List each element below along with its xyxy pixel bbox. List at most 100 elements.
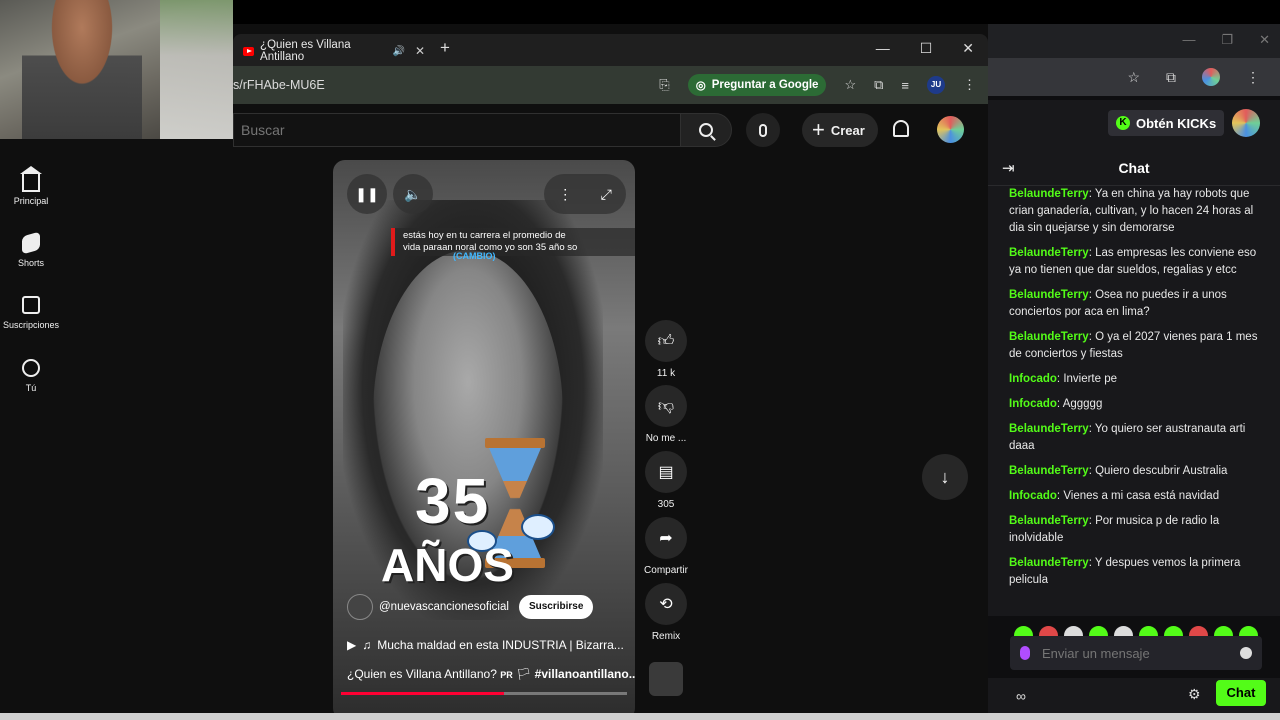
youtube-avatar[interactable] [937,116,964,143]
comments-icon: ▤ [645,451,687,493]
chat-username[interactable]: BelaundeTerry [1009,557,1089,569]
dislike-button[interactable]: 👎︎ No me ... [644,385,688,444]
screen: — ❐ ✕ ☆ ⧉ ⋮ K Obtén KICKs ⇥ Chat Belaund… [0,0,1280,720]
chat-username[interactable]: BelaundeTerry [1009,423,1089,435]
close-icon[interactable]: ✕ [1259,32,1270,48]
bookmark-star-icon[interactable]: ☆ [844,77,856,93]
install-app-icon[interactable]: ⎘ [659,77,669,93]
voice-search-button[interactable] [746,113,780,147]
taskbar-edge [0,713,1280,720]
sidebar-item-suscripciones[interactable]: Suscripciones [0,296,62,330]
tab-title: ¿Quien es Villana Antillano [260,39,351,63]
maximize-icon[interactable]: ☐ [920,40,933,57]
you-icon [22,359,40,377]
chat-username[interactable]: BelaundeTerry [1009,515,1089,527]
music-row[interactable]: ▶ ♫ Mucha maldad en esta INDUSTRIA | Biz… [347,638,624,652]
audio-source-thumbnail[interactable] [649,662,683,696]
kick-browser-window: — ❐ ✕ ☆ ⧉ ⋮ K Obtén KICKs ⇥ Chat Belaund… [988,24,1280,720]
sidebar-item-tu[interactable]: Tú [0,359,62,393]
caption-line: vida paraan noral como yo son 35 año so [403,242,578,253]
sidebar-item-principal[interactable]: Principal [0,166,62,206]
profile-avatar[interactable]: JU [927,76,945,94]
like-button[interactable]: 👍︎ 11 k [644,320,688,379]
pause-button[interactable]: ❚❚ [347,174,387,214]
tab-bar: ¿Quien es Villana Antillano 🔊 ✕ + — ☐ ✕ [233,34,988,66]
volume-button[interactable]: 🔈 [393,174,433,214]
remix-button[interactable]: ⟲ Remix [644,583,688,642]
share-arrow-icon: ➦ [645,517,687,559]
chat-username[interactable]: BelaundeTerry [1009,465,1089,477]
profile-avatar[interactable] [1202,68,1220,86]
new-tab-icon[interactable]: + [440,38,450,58]
sidebar-item-shorts[interactable]: Shorts [0,231,62,268]
kick-user-avatar[interactable] [1232,109,1260,137]
tab-youtube-short[interactable]: ¿Quien es Villana Antillano 🔊 ✕ [233,36,425,66]
comments-button[interactable]: ▤ 305 [644,451,688,510]
channel-avatar[interactable] [347,594,373,620]
overlay-word: AÑOS [381,539,514,591]
menu-dots-icon[interactable]: ⋮ [963,77,976,93]
video-title-text: ¿Quien es Villana Antillano? [347,667,497,681]
create-button[interactable]: + Crear [802,113,878,147]
remix-label: Remix [651,631,681,642]
kick-logo-icon: K [1116,116,1130,130]
chat-message: BelaundeTerry: Por musica p de radio la … [1009,515,1220,544]
dislike-label: No me ... [645,433,687,444]
search-button[interactable] [680,113,732,147]
extensions-icon[interactable]: ⧉ [874,77,883,93]
chat-username[interactable]: Infocado [1009,398,1057,410]
chat-settings-gear-icon[interactable]: ⚙ [1188,686,1201,703]
subscribe-button[interactable]: Suscribirse [518,595,594,619]
fullscreen-icon[interactable]: ⤢ [601,186,612,203]
voice-mic-icon[interactable] [1020,646,1030,660]
kick-points-icon[interactable]: ∞ [1016,688,1026,704]
media-control-icon[interactable]: ≡ [901,78,909,93]
shorts-icon [22,231,40,255]
shorts-video-player[interactable]: ❚❚ 🔈 ⋮ ⤢ estás hoy en tu carrera el prom… [333,160,635,720]
chat-message-text: Aggggg [1062,398,1103,410]
video-title[interactable]: ¿Quien es Villana Antillano? PR 🏳 #villa… [347,667,635,681]
chat-message-input[interactable] [1042,645,1228,661]
bookmark-star-icon[interactable]: ☆ [1127,69,1140,86]
chat-username[interactable]: BelaundeTerry [1009,247,1089,259]
notifications-bell-icon[interactable] [893,120,909,137]
chat-username[interactable]: BelaundeTerry [1009,331,1089,343]
chat-username[interactable]: BelaundeTerry [1009,289,1089,301]
channel-name[interactable]: @nuevascancionesoficial [379,601,509,613]
search-input[interactable] [241,122,680,138]
chat-message: BelaundeTerry: Las empresas les conviene… [1009,247,1257,276]
chat-title: Chat [1118,160,1150,176]
chat-message: Infocado: Aggggg [1009,398,1103,410]
send-chat-button[interactable]: Chat [1216,680,1266,706]
sidebar-item-label: Suscripciones [2,320,60,330]
minimize-icon[interactable]: — [876,40,890,57]
obten-kicks-button[interactable]: K Obtén KICKs [1108,110,1225,136]
minimize-icon[interactable]: — [1182,32,1195,48]
url-text[interactable]: s/rFHAbe-MU6E [233,78,325,92]
search-icon [699,123,713,137]
webcam-background [160,0,233,139]
video-progress-fill [341,692,505,695]
extensions-icon[interactable]: ⧉ [1166,69,1176,86]
chat-input-box[interactable] [1010,636,1262,670]
share-button[interactable]: ➦ Compartir [644,517,688,576]
tab-close-icon[interactable]: ✕ [415,44,425,58]
chat-username[interactable]: BelaundeTerry [1009,188,1089,200]
mic-icon [759,123,767,137]
chat-message: Infocado: Vienes a mi casa está navidad [1009,490,1220,502]
create-label: Crear [830,122,865,138]
next-short-button[interactable]: ↓ [922,454,968,500]
chat-username[interactable]: Infocado [1009,373,1057,385]
chat-username[interactable]: Infocado [1009,490,1057,502]
close-icon[interactable]: ✕ [962,40,974,57]
more-options-icon[interactable]: ⋮ [558,186,572,203]
video-hashtag[interactable]: #villanoantillano... [535,667,635,681]
tab-audio-icon[interactable]: 🔊 [392,46,404,57]
caption-line: estás hoy en tu carrera el promedio de [403,230,566,241]
video-progress-bar[interactable] [341,692,627,695]
restore-icon[interactable]: ❐ [1221,32,1233,48]
flag-icon: 🏳 [516,667,532,681]
menu-dots-icon[interactable]: ⋮ [1246,69,1260,86]
emoji-picker-icon[interactable] [1240,647,1252,659]
ask-google-button[interactable]: ◎ Preguntar a Google [687,74,827,96]
